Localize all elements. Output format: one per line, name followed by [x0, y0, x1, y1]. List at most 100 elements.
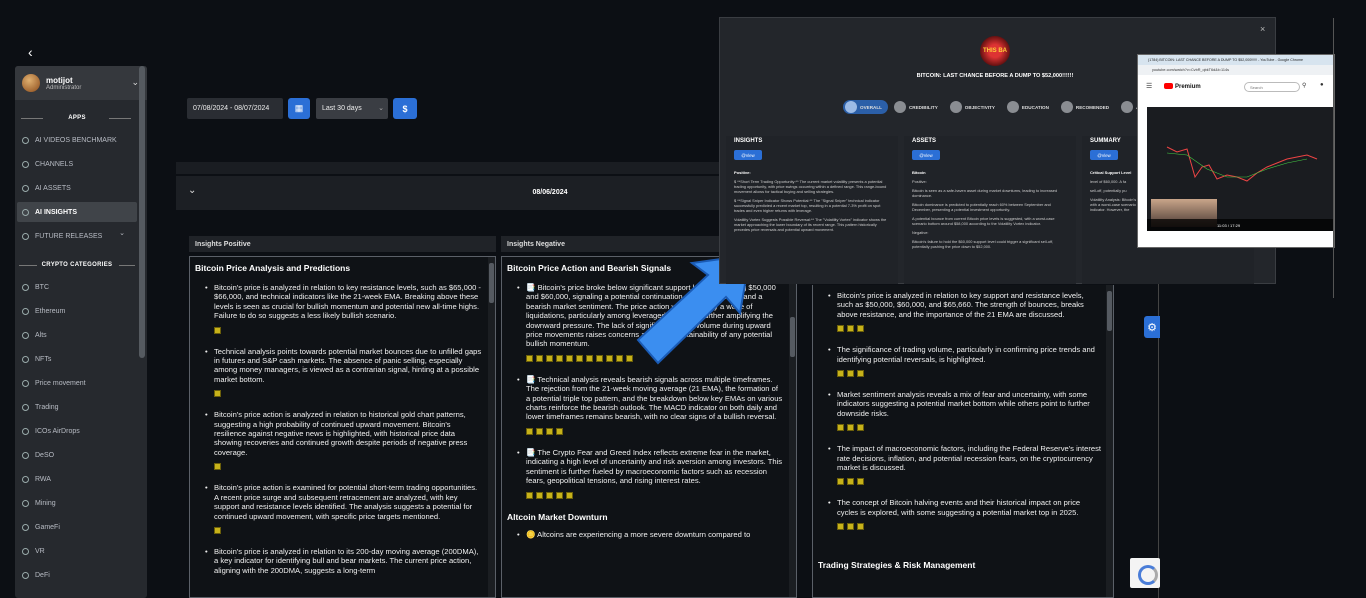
tab-label: CREDIBILITY [908, 104, 938, 110]
emoji-icon [847, 424, 854, 432]
emoji-row [214, 526, 495, 534]
youtube-header: ☰ Premium Search ⚲ ● [1138, 77, 1334, 97]
sidebar: motijot Administrator ⌄ APPS AI VIDEOS B… [15, 66, 147, 598]
tab-label: OVERALL [860, 104, 882, 110]
avatar [22, 74, 40, 92]
panel-title: Bitcoin Price Analysis and Predictions [195, 263, 351, 273]
search-icon[interactable]: ⚲ [1302, 82, 1306, 89]
sidebar-item-ai-assets[interactable]: AI ASSETS [17, 178, 137, 198]
emoji-icon [526, 354, 533, 362]
sidebar-item-channels[interactable]: CHANNELS [17, 154, 137, 174]
date-range-input[interactable]: 07/08/2024 - 08/07/2024 [187, 98, 283, 119]
sidebar-category-trading[interactable]: Trading [17, 397, 137, 417]
menu-icon[interactable]: ☰ [1146, 82, 1152, 90]
user-menu[interactable]: motijot Administrator ⌄ [15, 66, 147, 100]
emoji-row [837, 523, 1113, 531]
recaptcha-badge[interactable] [1130, 558, 1160, 588]
list-item: Market sentiment analysis reveals a mix … [828, 390, 1101, 418]
tab-education[interactable]: EDUCATION [1006, 100, 1055, 114]
channel-logo: THIS BA [980, 36, 1010, 66]
score-dot-icon [893, 101, 906, 113]
sidebar-item-label: NFTs [35, 355, 52, 363]
section-text: A potential bounce from current Bitcoin … [912, 216, 1055, 226]
section-label: Bitcoin [912, 170, 926, 175]
score-dot-icon [1006, 101, 1019, 113]
sidebar-item-label: DeSO [35, 451, 55, 459]
sidebar-item-label: Trading [35, 403, 59, 411]
sidebar-item-label: ICOs AirDrops [35, 427, 80, 435]
settings-gear-icon[interactable]: ⚙ [1144, 316, 1160, 338]
sidebar-category-vr[interactable]: VR [17, 541, 137, 561]
sidebar-item-label: VR [35, 547, 45, 555]
youtube-window: (1784) BITCOIN: LAST CHANCE BEFORE A DUM… [1137, 54, 1335, 248]
panel-scrollbar[interactable] [1106, 285, 1113, 597]
sidebar-category-alts[interactable]: Alts [17, 325, 137, 345]
overlay-insights-section: INSIGHTS @View Positive: $ **Short Term Tra… [726, 136, 898, 284]
period-select[interactable]: Last 30 days ⌄ [316, 98, 388, 119]
sidebar-category-deso[interactable]: DeSO [17, 445, 137, 465]
emoji-icon [556, 427, 563, 435]
sidebar-item-future-releases[interactable]: FUTURE RELEASES ⌄ [17, 226, 137, 246]
emoji-icon [847, 370, 854, 378]
date-group-header[interactable]: ⌄ 08/06/2024 [176, 176, 736, 210]
view-button[interactable]: @View [734, 150, 762, 160]
emoji-icon [857, 325, 864, 333]
divider [109, 118, 131, 119]
video-player[interactable]: 11:03 / 17:29 [1147, 107, 1334, 231]
tab-overall[interactable]: OVERALL [843, 100, 888, 114]
chevron-down-icon[interactable]: ⌄ [131, 77, 139, 88]
emoji-icon [536, 427, 543, 435]
sidebar-category-nfts[interactable]: NFTs [17, 349, 137, 369]
panel-scrollbar[interactable] [488, 257, 495, 597]
tab-label: EDUCATION [1021, 104, 1049, 110]
subsection-title: Trading Strategies & Risk Management [818, 560, 976, 571]
emoji-row [837, 478, 1113, 486]
emoji-row [837, 370, 1113, 378]
sidebar-category-ethereum[interactable]: Ethereum [17, 301, 137, 321]
microphone-icon[interactable]: ● [1320, 82, 1324, 88]
view-button[interactable]: @View [1090, 150, 1118, 160]
sidebar-category-icos-airdrops[interactable]: ICOs AirDrops [17, 421, 137, 441]
emoji-row [837, 325, 1113, 333]
sidebar-category-rwa[interactable]: RWA [17, 469, 137, 489]
video-controls[interactable]: 11:03 / 17:29 [1147, 219, 1334, 231]
category-icon [22, 427, 29, 435]
youtube-logo[interactable]: Premium [1164, 83, 1201, 90]
sidebar-category-gamefi[interactable]: GameFi [17, 517, 137, 537]
back-arrow-icon[interactable]: ‹ [28, 44, 33, 60]
section-text: $ **Short Term Trading Opportunity:** Th… [734, 179, 887, 194]
sidebar-category-defi[interactable]: DeFi [17, 565, 137, 585]
sidebar-item-label: CHANNELS [35, 160, 74, 168]
tab-label: RECOMENDED [1075, 104, 1110, 110]
divider [1333, 18, 1334, 298]
sidebar-item-label: RWA [35, 475, 51, 483]
sidebar-item-label: FUTURE RELEASES [35, 232, 103, 240]
calendar-button[interactable]: ▦ [288, 98, 310, 119]
section-text: Bitcoin's failure to hold the $60,000 su… [912, 239, 1054, 249]
tab-credibility[interactable]: CREDIBILITY [893, 100, 944, 114]
score-dot-icon [1121, 101, 1134, 113]
sidebar-category-btc[interactable]: BTC [17, 277, 137, 297]
category-icon [22, 355, 29, 363]
search-input[interactable]: Search [1244, 82, 1300, 92]
tab-objectivity[interactable]: OBJECTIVITY [949, 100, 1001, 114]
url-bar[interactable]: youtube.com/watch?v=CvbR_qbkT6d&t=114s [1138, 65, 1334, 75]
list-item: The concept of Bitcoin halving events an… [828, 498, 1101, 517]
view-button[interactable]: @View [912, 150, 940, 160]
close-icon[interactable]: × [1260, 24, 1265, 34]
sidebar-item-ai-videos-benchmark[interactable]: AI VIDEOS BENCHMARK [17, 130, 137, 150]
sidebar-item-label: Ethereum [35, 307, 66, 315]
sidebar-category-price-movement[interactable]: Price movement [17, 373, 137, 393]
sidebar-scrollbar[interactable] [139, 66, 145, 358]
sidebar-category-mining[interactable]: Mining [17, 493, 137, 513]
sidebar-item-ai-insights[interactable]: AI INSIGHTS [17, 202, 137, 222]
list-item: Technical analysis points towards potent… [205, 347, 483, 385]
score-dot-icon [1060, 101, 1073, 113]
category-icon [22, 571, 29, 579]
currency-button[interactable]: $ [393, 98, 417, 119]
emoji-row [837, 424, 1113, 432]
emoji-icon [857, 370, 864, 378]
tab-label: OBJECTIVITY [964, 104, 995, 110]
tab-recomended[interactable]: RECOMENDED [1060, 100, 1115, 114]
panel-scrollbar[interactable] [789, 257, 796, 597]
